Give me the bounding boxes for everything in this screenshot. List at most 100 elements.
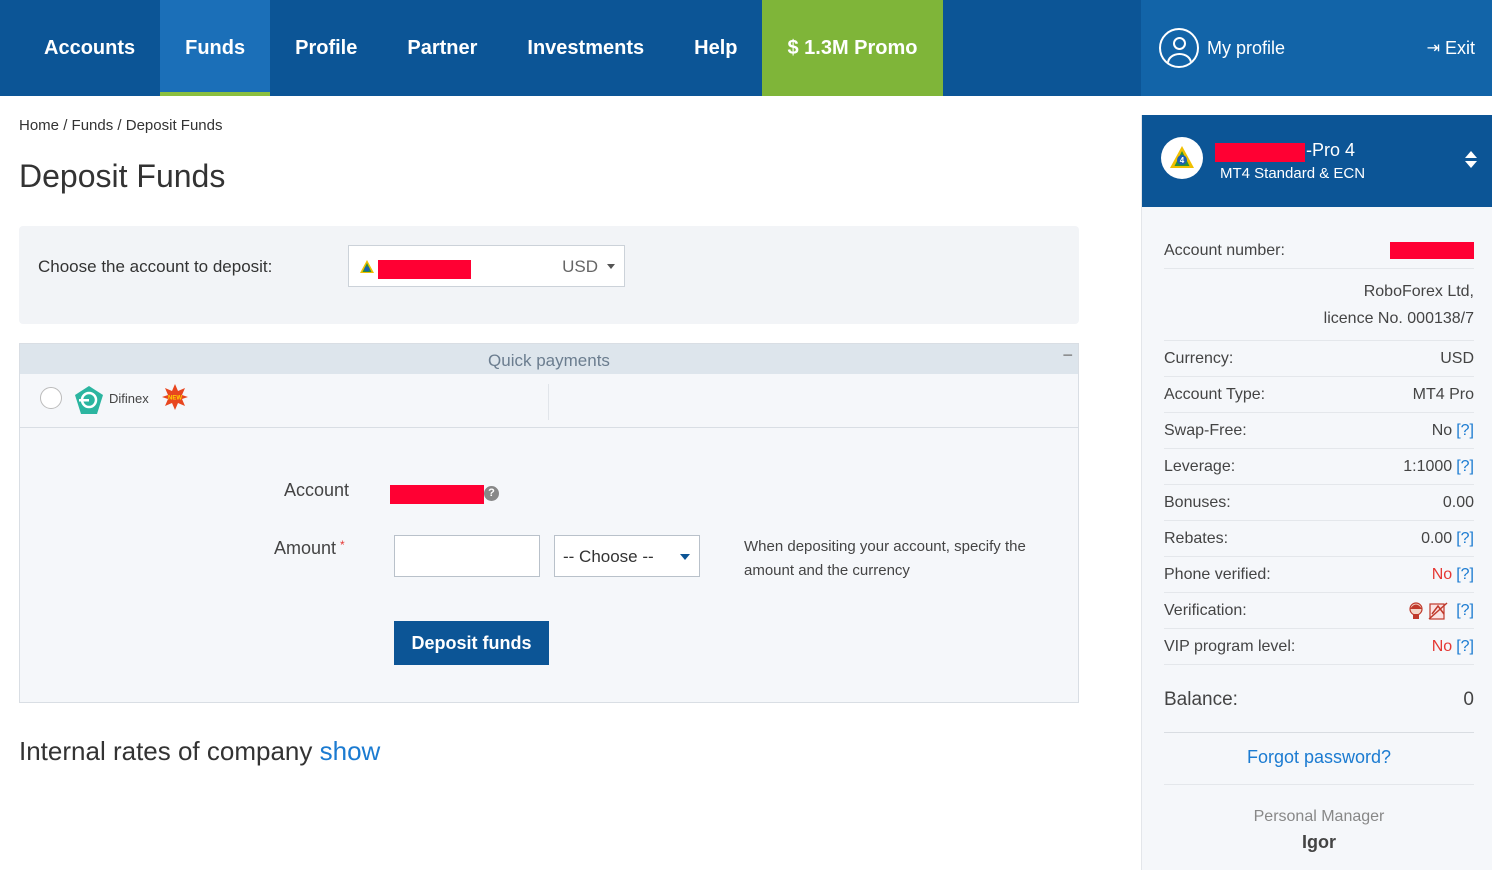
- account-label: Account: [284, 480, 350, 500]
- breadcrumb-home[interactable]: Home: [19, 117, 59, 134]
- mt4-icon: 4: [1161, 137, 1203, 179]
- new-badge-icon: NEW: [162, 384, 188, 410]
- balance-label: Balance:: [1164, 688, 1238, 710]
- currency-select[interactable]: -- Choose --: [554, 535, 700, 577]
- balance-value: 0: [1463, 688, 1474, 710]
- user-menu: My profile ⇥ Exit: [1141, 0, 1492, 96]
- choose-account-label: Choose the account to deposit:: [38, 257, 273, 276]
- company-row: RoboForex Ltd, licence No. 000138/7: [1164, 269, 1474, 341]
- bonuses-label: Bonuses:: [1164, 493, 1231, 511]
- divider: [548, 384, 549, 420]
- personal-manager-label: Personal Manager: [1253, 808, 1385, 825]
- top-navigation: Accounts Funds Profile Partner Investmen…: [0, 0, 1141, 96]
- swap-free-value: No: [1431, 421, 1453, 439]
- quick-payments-header: Quick payments −: [20, 344, 1078, 374]
- account-name-redaction: [1215, 143, 1305, 162]
- breadcrumb-separator: /: [117, 117, 122, 134]
- help-link[interactable]: [?]: [1456, 566, 1474, 583]
- my-profile-label: My profile: [1207, 37, 1286, 58]
- help-link[interactable]: [?]: [1456, 458, 1474, 475]
- account-number-label: Account number:: [1164, 241, 1285, 259]
- difinex-radio[interactable]: [40, 387, 62, 409]
- vip-level-value: No: [1431, 637, 1453, 655]
- nav-funds[interactable]: Funds: [160, 0, 271, 96]
- account-redaction: [390, 485, 484, 504]
- help-link[interactable]: [?]: [1456, 422, 1474, 439]
- rebates-row: Rebates: 0.00 [?]: [1164, 521, 1474, 557]
- mt4-icon: [360, 260, 374, 273]
- deposit-funds-button[interactable]: Deposit funds: [394, 621, 549, 665]
- account-number-redaction: [1390, 242, 1474, 259]
- balance-row: Balance: 0: [1164, 667, 1474, 733]
- currency-row: Currency: USD: [1164, 341, 1474, 377]
- show-rates-link[interactable]: show: [320, 736, 381, 766]
- choose-account-panel: Choose the account to deposit: USD: [19, 226, 1079, 324]
- breadcrumb-funds[interactable]: Funds: [72, 117, 114, 134]
- page-title: Deposit Funds: [19, 158, 226, 194]
- account-type: MT4 Standard & ECN: [1220, 165, 1366, 182]
- leverage-value: 1:1000: [1403, 457, 1453, 475]
- currency-label: Currency:: [1164, 349, 1234, 367]
- chevron-down-icon: [607, 264, 615, 269]
- nav-help[interactable]: Help: [669, 0, 762, 96]
- amount-label: Amount *: [274, 538, 345, 559]
- verification-id-icon: [1409, 601, 1423, 619]
- exit-link[interactable]: ⇥ Exit: [1427, 38, 1475, 59]
- verification-doc-icon: [1428, 601, 1448, 620]
- breadcrumb: Home / Funds / Deposit Funds: [19, 117, 222, 134]
- amount-label-text: Amount: [274, 538, 337, 558]
- bonuses-value: 0.00: [1442, 493, 1474, 511]
- quick-payments-title: Quick payments: [488, 351, 610, 370]
- help-link[interactable]: [?]: [1456, 602, 1474, 620]
- nav-promo[interactable]: $ 1.3M Promo: [762, 0, 943, 96]
- account-name: -Pro 4: [1306, 140, 1356, 160]
- account-info: Account number: RoboForex Ltd, licence N…: [1164, 233, 1474, 853]
- collapse-icon[interactable]: −: [1062, 344, 1073, 366]
- account-select[interactable]: USD: [348, 245, 625, 287]
- exit-label: Exit: [1444, 37, 1475, 58]
- breadcrumb-separator: /: [63, 117, 68, 134]
- nav-accounts[interactable]: Accounts: [0, 0, 160, 96]
- account-type-value: MT4 Pro: [1412, 385, 1474, 403]
- help-link[interactable]: [?]: [1456, 638, 1474, 655]
- breadcrumb-current: Deposit Funds: [125, 117, 223, 134]
- my-profile-link[interactable]: My profile: [1159, 28, 1285, 68]
- nav-profile[interactable]: Profile: [270, 0, 382, 96]
- required-mark: *: [340, 538, 345, 552]
- rebates-value: 0.00: [1421, 529, 1453, 547]
- internal-rates: Internal rates of company show: [19, 736, 380, 767]
- phone-verified-row: Phone verified: No [?]: [1164, 557, 1474, 593]
- chevron-down-icon: [680, 554, 690, 560]
- account-switcher[interactable]: 4 -Pro 4 MT4 Standard & ECN: [1142, 115, 1492, 207]
- new-badge-text: NEW: [168, 396, 182, 402]
- user-icon: [1159, 28, 1199, 68]
- account-type-label: Account Type:: [1164, 385, 1266, 403]
- company-name: RoboForex Ltd,: [1363, 282, 1474, 300]
- swap-free-row: Swap-Free: No [?]: [1164, 413, 1474, 449]
- forgot-password-link[interactable]: Forgot password?: [1164, 747, 1474, 785]
- help-icon[interactable]: ?: [484, 486, 499, 501]
- amount-hint: When depositing your account, specify th…: [744, 538, 1026, 579]
- svg-text:4: 4: [1180, 156, 1185, 165]
- sort-arrows-icon: [1465, 151, 1477, 169]
- currency-select-value: -- Choose --: [563, 547, 654, 566]
- exit-icon: ⇥: [1426, 40, 1440, 57]
- amount-input[interactable]: [394, 535, 540, 577]
- difinex-icon: [75, 386, 103, 414]
- account-type-row: Account Type: MT4 Pro: [1164, 377, 1474, 413]
- currency-value: USD: [1440, 349, 1474, 367]
- verification-label: Verification:: [1164, 601, 1247, 619]
- nav-investments[interactable]: Investments: [502, 0, 669, 96]
- rebates-label: Rebates:: [1164, 529, 1229, 547]
- help-link[interactable]: [?]: [1456, 530, 1474, 547]
- quick-payments-panel: Quick payments − Difinex NEW Account ? A…: [19, 343, 1079, 703]
- swap-free-label: Swap-Free:: [1164, 421, 1247, 439]
- vip-level-label: VIP program level:: [1164, 637, 1296, 655]
- internal-rates-text: Internal rates of company: [19, 736, 313, 766]
- account-number-row: Account number:: [1164, 233, 1474, 269]
- nav-partner[interactable]: Partner: [382, 0, 502, 96]
- licence-number: licence No. 000138/7: [1323, 309, 1474, 327]
- leverage-label: Leverage:: [1164, 457, 1236, 475]
- phone-verified-label: Phone verified:: [1164, 565, 1271, 583]
- leverage-row: Leverage: 1:1000 [?]: [1164, 449, 1474, 485]
